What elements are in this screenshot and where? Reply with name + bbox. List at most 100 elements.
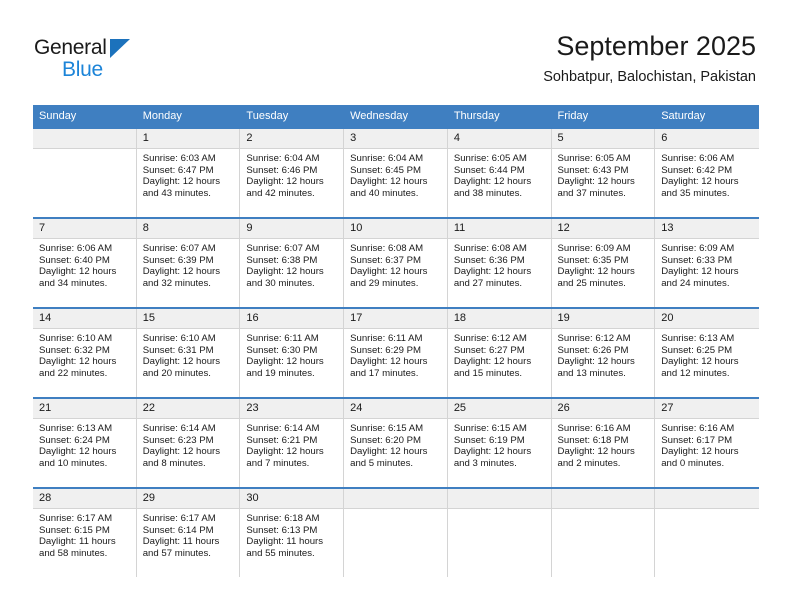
daylight-duration-line2: and 22 minutes. [39,367,108,379]
day-sun-info: Sunrise: 6:13 AM Sunset: 6:25 PM Daylight:… [655,329,759,379]
daylight-duration-line2: and 29 minutes. [350,277,419,289]
sunset-time: Sunset: 6:38 PM [246,254,318,266]
day-number: 16 [240,309,344,329]
calendar-day-cell[interactable]: 25 Sunrise: 6:15 AM Sunset: 6:19 PM Dayligh… [447,399,552,487]
calendar-day-cell[interactable]: 13 Sunrise: 6:09 AM Sunset: 6:33 PM Dayligh… [655,219,759,307]
sunrise-time: Sunrise: 6:12 AM [453,333,527,344]
weekday-header-wednesday: Wednesday [344,105,448,128]
daylight-duration-line2: and 10 minutes. [39,457,108,469]
calendar-day-cell[interactable]: 6 Sunrise: 6:06 AM Sunset: 6:42 PM Daylight… [655,129,759,217]
day-number: 30 [240,489,344,509]
day-number: 25 [447,399,551,419]
day-number-placeholder [447,489,551,509]
sunrise-time: Sunrise: 6:15 AM [453,423,527,434]
daylight-duration-line2: and 58 minutes. [39,547,108,559]
sunrise-time: Sunrise: 6:11 AM [350,333,423,344]
logo-text-general: General [34,36,107,59]
day-sun-info: Sunrise: 6:12 AM Sunset: 6:26 PM Daylight:… [552,329,655,379]
calendar-day-cell[interactable]: 15 Sunrise: 6:10 AM Sunset: 6:31 PM Dayligh… [136,309,241,397]
sunset-time: Sunset: 6:45 PM [350,164,422,176]
daylight-duration-line1: Daylight: 12 hours [142,356,221,368]
sunrise-time: Sunrise: 6:12 AM [557,333,631,344]
calendar-day-cell[interactable]: 9 Sunrise: 6:07 AM Sunset: 6:38 PM Daylight… [240,219,345,307]
day-sun-info: Sunrise: 6:15 AM Sunset: 6:20 PM Daylight:… [344,419,447,469]
calendar-day-cell[interactable]: 11 Sunrise: 6:08 AM Sunset: 6:36 PM Dayligh… [447,219,552,307]
calendar-day-cell[interactable]: 1 Sunrise: 6:03 AM Sunset: 6:47 PM Daylight… [136,129,241,217]
daylight-duration-line1: Daylight: 12 hours [142,266,221,278]
calendar-day-cell[interactable]: 10 Sunrise: 6:08 AM Sunset: 6:37 PM Dayligh… [344,219,448,307]
calendar-day-cell-empty [655,489,759,577]
sunrise-time: Sunrise: 6:13 AM [661,333,735,344]
sunrise-time: Sunrise: 6:08 AM [453,243,527,254]
sunset-time: Sunset: 6:39 PM [142,254,214,266]
day-number: 3 [344,129,447,149]
calendar-day-cell[interactable]: 20 Sunrise: 6:13 AM Sunset: 6:25 PM Dayligh… [655,309,759,397]
page-header: General Blue September 2025 Sohbatpur, B… [0,0,792,104]
calendar-week-row: 14 Sunrise: 6:10 AM Sunset: 6:32 PM Dayligh… [33,307,759,398]
calendar-day-cell[interactable]: 8 Sunrise: 6:07 AM Sunset: 6:39 PM Daylight… [136,219,241,307]
sunrise-time: Sunrise: 6:04 AM [350,153,424,164]
day-sun-info: Sunrise: 6:07 AM Sunset: 6:39 PM Daylight:… [137,239,240,289]
calendar-day-cell[interactable]: 2 Sunrise: 6:04 AM Sunset: 6:46 PM Daylight… [240,129,345,217]
daylight-duration-line2: and 43 minutes. [142,187,211,199]
sunset-time: Sunset: 6:24 PM [39,434,110,446]
calendar-week-row: 1 Sunrise: 6:03 AM Sunset: 6:47 PM Daylight… [33,127,759,218]
day-number: 12 [551,219,655,239]
calendar-day-cell[interactable]: 14 Sunrise: 6:10 AM Sunset: 6:32 PM Dayligh… [33,309,137,397]
sunset-time: Sunset: 6:23 PM [142,434,214,446]
daylight-duration-line1: Daylight: 12 hours [142,446,221,458]
daylight-duration-line1: Daylight: 12 hours [557,176,635,188]
daylight-duration-line2: and 3 minutes. [453,457,517,469]
sunset-time: Sunset: 6:27 PM [453,344,525,356]
calendar-day-cell[interactable]: 4 Sunrise: 6:05 AM Sunset: 6:44 PM Daylight… [447,129,552,217]
daylight-duration-line2: and 25 minutes. [557,277,626,289]
sunset-time: Sunset: 6:17 PM [661,434,733,446]
sunrise-time: Sunrise: 6:06 AM [39,243,113,254]
sunset-time: Sunset: 6:25 PM [661,344,733,356]
calendar-day-cell[interactable]: 21 Sunrise: 6:13 AM Sunset: 6:24 PM Dayligh… [33,399,137,487]
daylight-duration-line1: Daylight: 12 hours [453,446,532,458]
calendar-day-cell[interactable]: 30 Sunrise: 6:18 AM Sunset: 6:13 PM Dayligh… [240,489,345,577]
generalblue-logo[interactable]: General Blue [34,36,144,84]
day-number: 23 [240,399,344,419]
daylight-duration-line1: Daylight: 12 hours [453,266,532,278]
page-title: September 2025 [556,31,756,61]
daylight-duration-line2: and 0 minutes. [661,457,725,469]
sunset-time: Sunset: 6:30 PM [246,344,318,356]
calendar-day-cell[interactable]: 16 Sunrise: 6:11 AM Sunset: 6:30 PM Dayligh… [240,309,345,397]
daylight-duration-line1: Daylight: 12 hours [661,266,739,278]
day-number: 21 [33,399,136,419]
calendar-day-cell[interactable]: 26 Sunrise: 6:16 AM Sunset: 6:18 PM Dayligh… [551,399,656,487]
calendar-day-cell[interactable]: 3 Sunrise: 6:04 AM Sunset: 6:45 PM Daylight… [344,129,448,217]
calendar-day-cell[interactable]: 19 Sunrise: 6:12 AM Sunset: 6:26 PM Dayligh… [551,309,656,397]
day-sun-info: Sunrise: 6:16 AM Sunset: 6:18 PM Daylight:… [552,419,655,469]
sunrise-time: Sunrise: 6:14 AM [246,423,320,434]
calendar-day-cell[interactable]: 28 Sunrise: 6:17 AM Sunset: 6:15 PM Dayligh… [33,489,137,577]
calendar-day-cell[interactable]: 24 Sunrise: 6:15 AM Sunset: 6:20 PM Dayligh… [344,399,448,487]
day-sun-info: Sunrise: 6:09 AM Sunset: 6:33 PM Daylight:… [655,239,759,289]
calendar-day-cell[interactable]: 23 Sunrise: 6:14 AM Sunset: 6:21 PM Dayligh… [240,399,345,487]
day-sun-info: Sunrise: 6:12 AM Sunset: 6:27 PM Daylight:… [448,329,551,379]
calendar-day-cell[interactable]: 17 Sunrise: 6:11 AM Sunset: 6:29 PM Dayligh… [344,309,448,397]
calendar-day-cell[interactable]: 12 Sunrise: 6:09 AM Sunset: 6:35 PM Dayligh… [551,219,656,307]
calendar-day-cell[interactable]: 27 Sunrise: 6:16 AM Sunset: 6:17 PM Dayligh… [655,399,759,487]
weekday-header-tuesday: Tuesday [240,105,345,128]
sunset-time: Sunset: 6:26 PM [557,344,629,356]
daylight-duration-line2: and 37 minutes. [557,187,626,199]
calendar-day-cell[interactable]: 29 Sunrise: 6:17 AM Sunset: 6:14 PM Dayligh… [136,489,241,577]
calendar-day-cell[interactable]: 18 Sunrise: 6:12 AM Sunset: 6:27 PM Dayligh… [447,309,552,397]
sunrise-time: Sunrise: 6:18 AM [246,513,320,524]
daylight-duration-line2: and 17 minutes. [350,367,419,379]
daylight-duration-line1: Daylight: 12 hours [246,266,324,278]
day-sun-info: Sunrise: 6:06 AM Sunset: 6:40 PM Daylight:… [33,239,136,289]
day-number: 1 [136,129,240,149]
sunrise-time: Sunrise: 6:14 AM [142,423,216,434]
calendar-day-cell[interactable]: 5 Sunrise: 6:05 AM Sunset: 6:43 PM Daylight… [551,129,656,217]
calendar-day-cell[interactable]: 22 Sunrise: 6:14 AM Sunset: 6:23 PM Dayligh… [136,399,241,487]
calendar-day-cell[interactable]: 7 Sunrise: 6:06 AM Sunset: 6:40 PM Daylight… [33,219,137,307]
daylight-duration-line2: and 12 minutes. [661,367,730,379]
daylight-duration-line1: Daylight: 12 hours [246,176,324,188]
day-number: 20 [655,309,759,329]
day-sun-info: Sunrise: 6:17 AM Sunset: 6:14 PM Daylight:… [137,509,240,559]
daylight-duration-line1: Daylight: 11 hours [39,536,116,548]
